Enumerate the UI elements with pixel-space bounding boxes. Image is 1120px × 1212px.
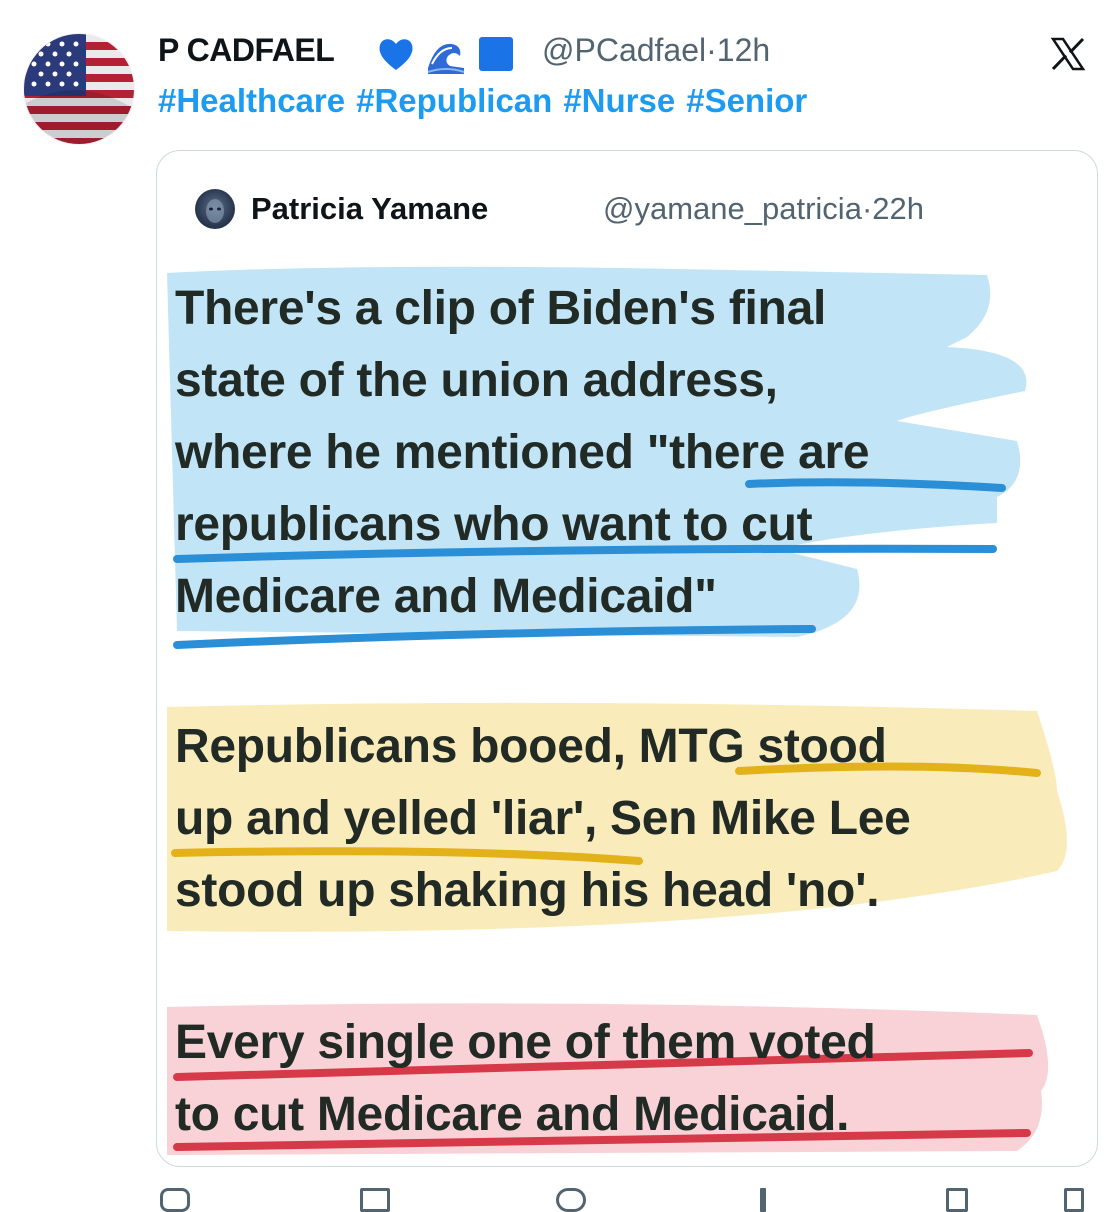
text-line: Medicare and Medicaid" — [175, 570, 717, 623]
blue-heart-icon — [379, 39, 413, 70]
text-line: to cut Medicare and Medicaid. — [175, 1088, 850, 1141]
views-icon[interactable] — [760, 1188, 766, 1212]
hashtag-republican[interactable]: #Republican — [356, 82, 552, 119]
text-line: Every single one of them voted — [175, 1016, 876, 1069]
text-line: state of the union address, — [175, 354, 778, 407]
water-wave-icon — [426, 34, 466, 74]
like-icon[interactable] — [556, 1188, 586, 1212]
bookmark-icon[interactable] — [946, 1188, 968, 1212]
separator: · — [706, 32, 717, 68]
x-logo-icon[interactable] — [1050, 36, 1086, 72]
handle-line: @PCadfael·12h — [542, 32, 770, 69]
text-line: stood up shaking his head 'no'. — [175, 864, 880, 917]
text-line: where he mentioned "there are — [175, 426, 870, 479]
hashtag-healthcare[interactable]: #Healthcare — [158, 82, 345, 119]
hashtags: #Healthcare #Republican #Nurse #Senior — [158, 82, 818, 120]
share-icon[interactable] — [1064, 1188, 1084, 1212]
action-bar — [0, 1180, 1120, 1212]
post-header: P CADFAEL @PCadfael·12h — [158, 28, 1120, 78]
repost-icon[interactable] — [360, 1188, 390, 1212]
reply-icon[interactable] — [160, 1188, 190, 1212]
hashtag-nurse[interactable]: #Nurse — [563, 82, 675, 119]
handle[interactable]: @PCadfael — [542, 32, 706, 68]
text-line: up and yelled 'liar', Sen Mike Lee — [175, 792, 911, 845]
timestamp[interactable]: 12h — [717, 32, 770, 68]
paragraph-voted: Every single one of them voted to cut Me… — [175, 1007, 1075, 1151]
flag-avatar-icon — [24, 34, 134, 144]
display-name[interactable]: P CADFAEL — [158, 32, 335, 69]
text-line: There's a clip of Biden's final — [175, 282, 827, 335]
text-line: Republicans booed, MTG stood — [175, 720, 887, 773]
blue-square-icon — [479, 37, 513, 71]
text-line: republicans who want to cut — [175, 498, 813, 551]
paragraph-republicans-booed: Republicans booed, MTG stood up and yell… — [175, 711, 1075, 927]
quoted-tweet[interactable]: Patricia Yamane @yamane_patricia·22h The… — [156, 150, 1098, 1167]
hashtag-senior[interactable]: #Senior — [686, 82, 807, 119]
paragraph-biden-clip: There's a clip of Biden's final state of… — [175, 273, 1075, 633]
avatar[interactable] — [24, 34, 134, 144]
